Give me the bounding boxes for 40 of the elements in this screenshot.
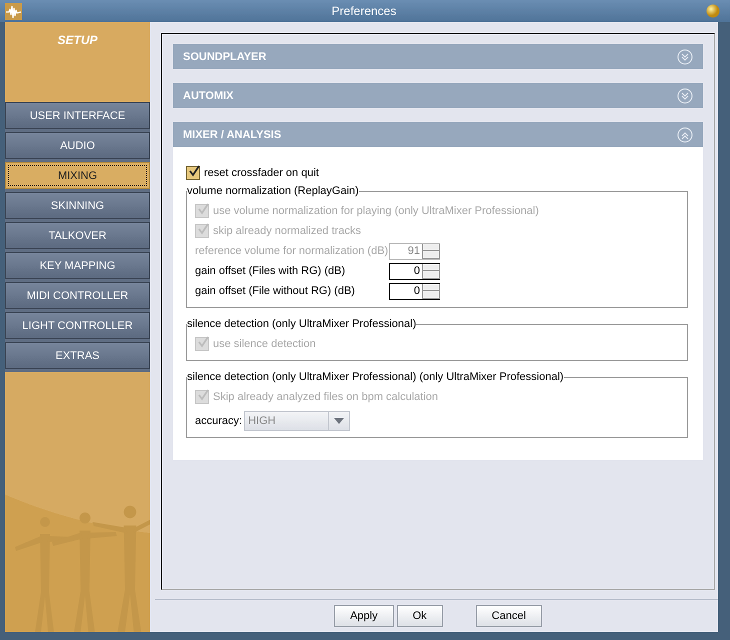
window-button-icon[interactable] bbox=[706, 4, 720, 18]
collapse-icon[interactable] bbox=[677, 126, 693, 142]
group-title: silence detection (only UltraMixer Professional) bbox=[187, 318, 416, 330]
section-title: SOUNDPLAYER bbox=[183, 50, 268, 62]
field-label: accuracy: bbox=[195, 415, 242, 427]
sidebar-item[interactable]: TALKOVER bbox=[5, 222, 150, 249]
sidebar-item[interactable]: LIGHT CONTROLLER bbox=[5, 312, 150, 339]
sidebar-item[interactable]: MIXING bbox=[5, 162, 150, 189]
expand-icon[interactable] bbox=[677, 48, 693, 64]
checkbox-label: use silence detection bbox=[213, 338, 316, 350]
sidebar-item[interactable]: USER INTERFACE bbox=[5, 102, 150, 129]
expand-icon[interactable] bbox=[677, 88, 693, 104]
sidebar-item[interactable]: SKINNING bbox=[5, 192, 150, 219]
dialog-button[interactable]: Ok bbox=[396, 605, 443, 627]
field-label: reference volume for normalization (dB) bbox=[195, 245, 389, 257]
sidebar-item[interactable]: AUDIO bbox=[5, 132, 150, 159]
section-title: AUTOMIX bbox=[183, 90, 235, 102]
dialog-button[interactable]: Cancel bbox=[476, 605, 542, 627]
window-title: Preferences bbox=[330, 4, 398, 18]
section-title: MIXER / ANALYSIS bbox=[183, 128, 282, 140]
group-title: silence detection (only UltraMixer Professional) (only UltraMixer Professional) bbox=[187, 371, 564, 383]
sidebar-title: SETUP bbox=[56, 32, 98, 49]
sidebar-item[interactable]: MIDI CONTROLLER bbox=[5, 282, 150, 309]
field-label: gain offset (Files with RG) (dB) bbox=[195, 265, 346, 277]
section-header[interactable]: SOUNDPLAYER bbox=[173, 44, 703, 69]
section-header[interactable]: AUTOMIX bbox=[173, 83, 703, 108]
spinner-field[interactable]: 0 bbox=[389, 282, 440, 300]
group-title: volume normalization (ReplayGain) bbox=[187, 185, 359, 197]
checkbox-label: reset crossfader on quit bbox=[204, 167, 319, 179]
section-header[interactable]: MIXER / ANALYSIS bbox=[173, 122, 703, 147]
checkbox-label: use volume normalization for playing (only UltraMixer Professional) bbox=[213, 205, 539, 217]
sidebar-item[interactable]: EXTRAS bbox=[5, 342, 150, 369]
field-label: gain offset (File without RG) (dB) bbox=[195, 285, 356, 297]
sidebar-item[interactable]: KEY MAPPING bbox=[5, 252, 150, 279]
dialog-button[interactable]: Apply bbox=[334, 605, 394, 627]
checkbox-label: Skip already analyzed files on bpm calculation bbox=[213, 391, 438, 403]
waveform-icon[interactable] bbox=[5, 2, 22, 20]
spinner-field[interactable]: 0 bbox=[389, 262, 440, 280]
checkbox[interactable] bbox=[186, 166, 200, 180]
checkbox-label: skip already normalized tracks bbox=[213, 225, 361, 237]
